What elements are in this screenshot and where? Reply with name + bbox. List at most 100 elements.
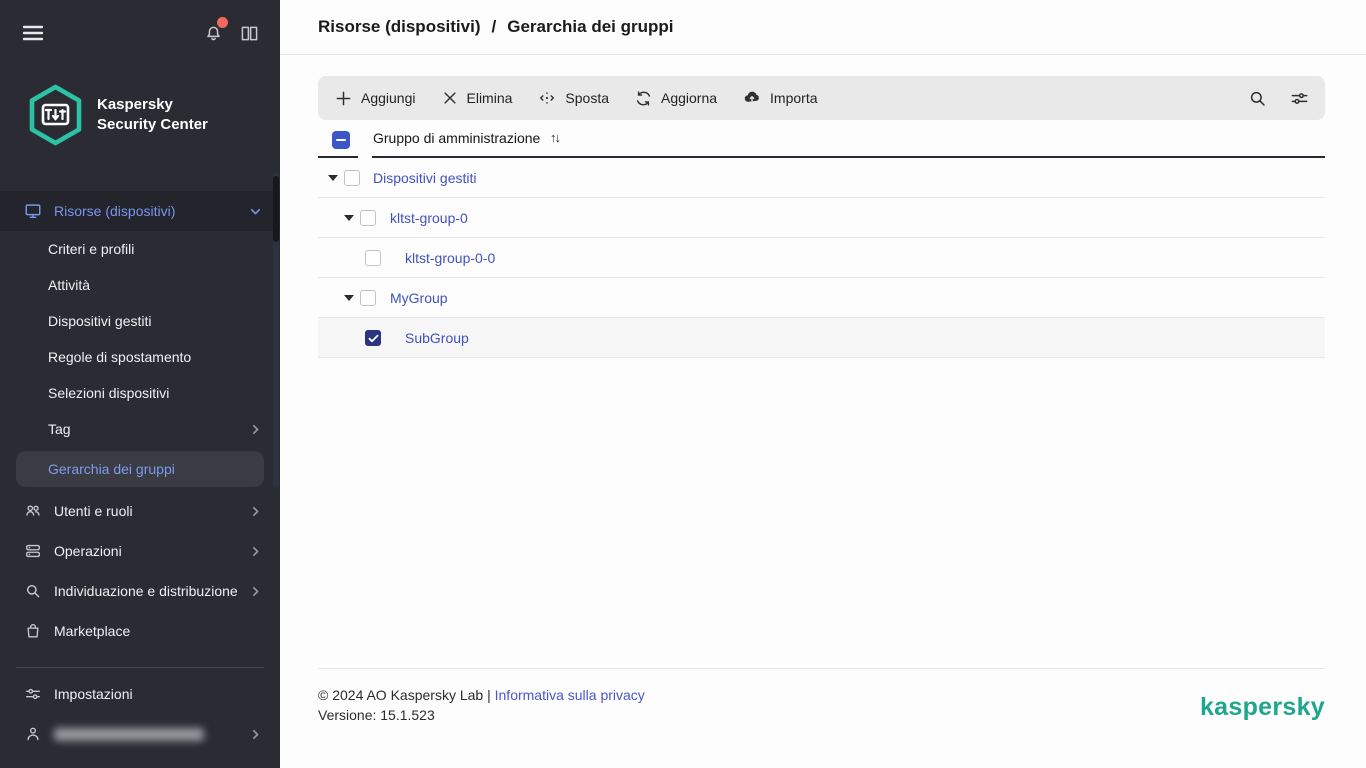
privacy-policy-link[interactable]: Informativa sulla privacy xyxy=(495,687,645,703)
expand-collapse-triangle-icon[interactable] xyxy=(344,215,354,221)
kaspersky-hexagon-logo-icon xyxy=(27,84,84,146)
sidebar-item-risorse-dispositivi[interactable]: Risorse (dispositivi) xyxy=(0,191,280,231)
search-icon[interactable] xyxy=(1241,82,1273,114)
users-icon xyxy=(24,502,42,520)
plus-icon xyxy=(335,90,352,107)
filter-icon[interactable] xyxy=(1283,82,1315,114)
table-header: Gruppo di amministrazione ↑↓ xyxy=(318,127,1325,158)
group-link-mygroup[interactable]: MyGroup xyxy=(390,290,448,306)
sidebar-item-impostazioni[interactable]: Impostazioni xyxy=(0,674,280,714)
sidebar-item-label: Attività xyxy=(48,277,91,293)
row-checkbox[interactable] xyxy=(360,210,376,226)
sidebar: Kaspersky Security Center Risorse (dispo… xyxy=(0,0,280,768)
group-link-dispositivi-gestiti[interactable]: Dispositivi gestiti xyxy=(373,170,476,186)
sidebar-item-selezioni-dispositivi[interactable]: Selezioni dispositivi xyxy=(0,375,280,411)
sidebar-item-dispositivi-gestiti[interactable]: Dispositivi gestiti xyxy=(0,303,280,339)
user-icon xyxy=(24,725,42,743)
user-account-name-blurred xyxy=(54,727,204,741)
move-button[interactable]: Sposta xyxy=(525,76,622,120)
sidebar-scrollbar-thumb[interactable] xyxy=(273,176,279,242)
select-all-checkbox[interactable] xyxy=(332,131,350,149)
app-logo: Kaspersky Security Center xyxy=(27,84,208,146)
sidebar-item-label: Tag xyxy=(48,421,71,437)
sidebar-scrollbar[interactable] xyxy=(273,172,279,488)
sidebar-item-label: Selezioni dispositivi xyxy=(48,385,170,401)
group-link-kltst-group-0[interactable]: kltst-group-0 xyxy=(390,210,468,226)
import-button[interactable]: Importa xyxy=(730,76,830,120)
toolbar: Aggiungi Elimina Sposta Aggiorna Importa xyxy=(318,76,1325,120)
sidebar-item-label: Operazioni xyxy=(54,543,122,559)
group-tree: Dispositivi gestiti kltst-group-0 kltst-… xyxy=(318,158,1325,358)
refresh-button-label: Aggiorna xyxy=(661,90,718,106)
sidebar-item-label: Risorse (dispositivi) xyxy=(54,203,176,219)
move-button-label: Sposta xyxy=(565,90,609,106)
sidebar-item-individuazione-e-distribuzione[interactable]: Individuazione e distribuzione xyxy=(0,571,280,611)
chevron-right-icon xyxy=(249,423,262,436)
sidebar-item-regole-di-spostamento[interactable]: Regole di spostamento xyxy=(0,339,280,375)
sidebar-item-utenti-e-ruoli[interactable]: Utenti e ruoli xyxy=(0,491,280,531)
sort-icon[interactable]: ↑↓ xyxy=(550,130,561,145)
search-icon xyxy=(24,582,42,600)
group-link-subgroup[interactable]: SubGroup xyxy=(405,330,469,346)
sidebar-item-operazioni[interactable]: Operazioni xyxy=(0,531,280,571)
add-button[interactable]: Aggiungi xyxy=(322,76,429,120)
sidebar-item-user-account[interactable] xyxy=(0,714,280,754)
sidebar-item-label: Utenti e ruoli xyxy=(54,503,133,519)
chevron-right-icon xyxy=(249,505,262,518)
sidebar-item-label: Marketplace xyxy=(54,623,131,639)
chevron-right-icon xyxy=(249,728,262,741)
kaspersky-wordmark-logo: kaspersky xyxy=(1199,693,1325,721)
expand-collapse-triangle-icon[interactable] xyxy=(328,175,338,181)
bag-icon xyxy=(24,622,42,640)
footer-separator: | xyxy=(487,687,491,703)
sidebar-item-label: Dispositivi gestiti xyxy=(48,313,152,329)
row-checkbox-checked[interactable] xyxy=(365,330,381,346)
table-row: Dispositivi gestiti xyxy=(318,158,1325,198)
sidebar-item-tag[interactable]: Tag xyxy=(0,411,280,447)
indeterminate-minus-icon xyxy=(336,139,346,141)
add-button-label: Aggiungi xyxy=(361,90,416,106)
row-checkbox[interactable] xyxy=(344,170,360,186)
kaspersky-security-center-app: Kaspersky Security Center Risorse (dispo… xyxy=(0,0,1366,768)
table-row: kltst-group-0 xyxy=(318,198,1325,238)
toolbar-right xyxy=(1241,82,1315,114)
table-row-selected: SubGroup xyxy=(318,318,1325,358)
notifications-bell-icon[interactable] xyxy=(200,17,228,46)
sidebar-item-gerarchia-dei-gruppi[interactable]: Gerarchia dei gruppi xyxy=(16,451,264,487)
table-row: kltst-group-0-0 xyxy=(318,238,1325,278)
sidebar-item-attivita[interactable]: Attività xyxy=(0,267,280,303)
sidebar-item-label: Criteri e profili xyxy=(48,241,135,257)
breadcrumb-risorse-dispositivi[interactable]: Risorse (dispositivi) xyxy=(318,17,480,37)
stack-icon xyxy=(24,542,42,560)
chevron-right-icon xyxy=(249,545,262,558)
breadcrumb-separator: / xyxy=(491,17,497,36)
row-checkbox[interactable] xyxy=(365,250,381,266)
delete-button-label: Elimina xyxy=(466,90,513,106)
delete-button[interactable]: Elimina xyxy=(429,76,526,120)
sidebar-item-marketplace[interactable]: Marketplace xyxy=(0,611,280,651)
copyright-text: © 2024 AO Kaspersky Lab xyxy=(318,687,484,703)
sidebar-divider xyxy=(16,667,264,668)
refresh-button[interactable]: Aggiorna xyxy=(622,76,730,120)
page-footer: © 2024 AO Kaspersky Lab | Informativa su… xyxy=(318,668,1325,725)
close-icon xyxy=(442,90,458,106)
app-title: Kaspersky Security Center xyxy=(97,96,208,133)
monitor-icon xyxy=(24,202,42,220)
help-book-icon[interactable] xyxy=(236,20,262,46)
hamburger-menu-icon[interactable] xyxy=(20,20,46,46)
import-button-label: Importa xyxy=(770,90,818,106)
footer-text: © 2024 AO Kaspersky Lab | Informativa su… xyxy=(318,685,645,725)
group-link-kltst-group-0-0[interactable]: kltst-group-0-0 xyxy=(405,250,495,266)
sidebar-item-label: Gerarchia dei gruppi xyxy=(48,461,175,477)
main-area: Risorse (dispositivi) / Gerarchia dei gr… xyxy=(280,0,1366,768)
column-header-gruppo-di-amministrazione[interactable]: Gruppo di amministrazione xyxy=(373,130,540,146)
move-icon xyxy=(538,89,556,107)
settings-sliders-icon xyxy=(24,685,42,703)
table-row: MyGroup xyxy=(318,278,1325,318)
sidebar-item-criteri-e-profili[interactable]: Criteri e profili xyxy=(0,231,280,267)
sidebar-nav: Risorse (dispositivi) Criteri e profili … xyxy=(0,191,280,754)
expand-collapse-triangle-icon[interactable] xyxy=(344,295,354,301)
sidebar-item-label: Regole di spostamento xyxy=(48,349,192,365)
row-checkbox[interactable] xyxy=(360,290,376,306)
content: Aggiungi Elimina Sposta Aggiorna Importa… xyxy=(318,55,1325,358)
